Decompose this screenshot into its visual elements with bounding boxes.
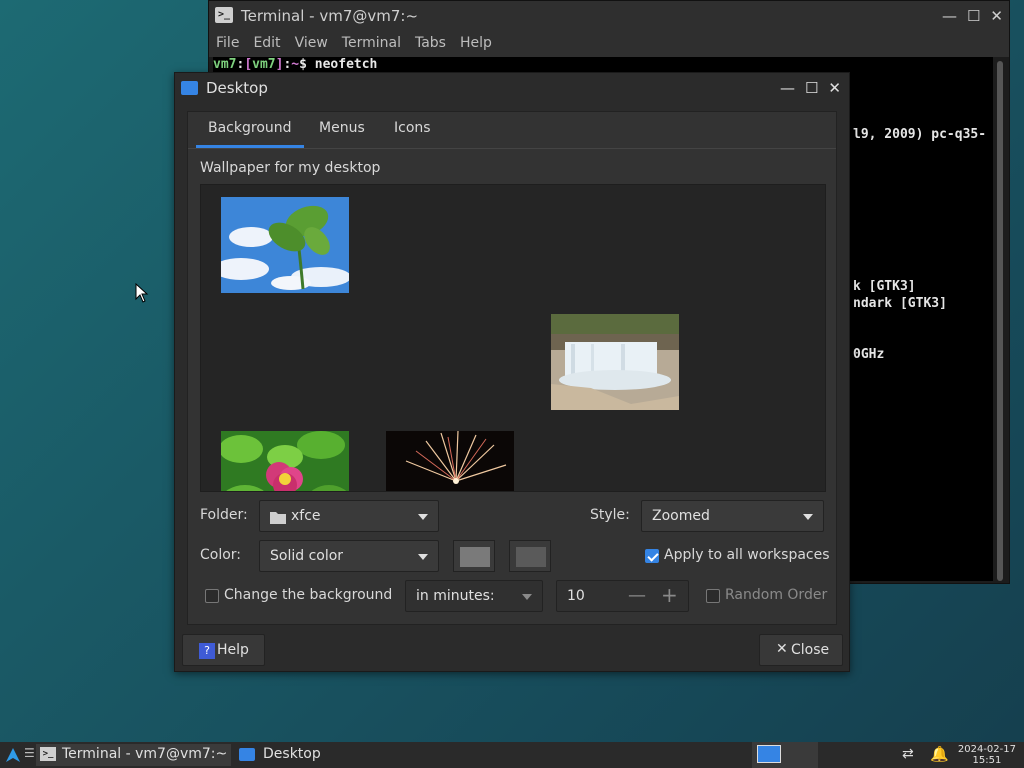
interval-spinner[interactable]: 10 — + [556, 580, 689, 612]
tab-menus[interactable]: Menus [319, 120, 365, 136]
terminal-output-line: k [GTK3] [853, 279, 916, 294]
terminal-icon: >_ [40, 747, 56, 761]
color-label: Color: [200, 547, 242, 563]
change-background-label: Change the background [224, 587, 393, 603]
menu-help[interactable]: Help [453, 33, 499, 57]
desktop-icon [239, 748, 255, 761]
mouse-cursor-icon [135, 283, 149, 303]
terminal-output-line: 0GHz [853, 347, 885, 362]
terminal-scrollbar[interactable] [997, 61, 1003, 581]
color-combo[interactable]: Solid color [259, 540, 439, 572]
chevron-down-icon [522, 594, 532, 600]
close-button[interactable]: ✕ [990, 7, 1003, 25]
clock[interactable]: 2024-02-17 15:51 [958, 744, 1016, 766]
workspace-1[interactable] [757, 745, 781, 763]
folder-icon [270, 512, 286, 524]
terminal-output-line: ndark [GTK3] [853, 296, 947, 311]
menu-file[interactable]: File [209, 33, 246, 57]
chevron-down-icon [418, 554, 428, 560]
chevron-down-icon [418, 514, 428, 520]
terminal-titlebar[interactable]: >_ Terminal - vm7@vm7:~ — ☐ ✕ [209, 1, 1009, 33]
random-order-checkbox[interactable] [706, 589, 720, 603]
shell-prompt: vm7:[vm7]:~$ neofetch [213, 57, 378, 72]
close-button[interactable]: ✕ [828, 79, 841, 97]
menu-edit[interactable]: Edit [246, 33, 287, 57]
color-swatch-2[interactable] [509, 540, 551, 572]
minimize-button[interactable]: — [942, 7, 957, 25]
tab-icons[interactable]: Icons [394, 120, 431, 136]
random-order-label: Random Order [725, 587, 828, 603]
wallpaper-thumb-fireworks[interactable] [386, 431, 514, 491]
wallpaper-thumb-clover[interactable] [221, 197, 349, 293]
close-icon: ✕ [776, 641, 788, 657]
terminal-icon: >_ [215, 7, 233, 23]
app-menu-icon[interactable] [5, 747, 21, 763]
tab-background[interactable]: Background [196, 120, 303, 148]
desktop-icon [181, 81, 198, 95]
interval-unit-combo[interactable]: in minutes: [405, 580, 543, 612]
chevron-down-icon [803, 514, 813, 520]
task-desktop[interactable]: Desktop [235, 744, 430, 766]
terminal-output-line: l9, 2009) pc-q35- [853, 127, 987, 142]
dialog-titlebar[interactable]: Desktop — ☐ ✕ [175, 73, 849, 103]
dialog-panel: Background Menus Icons Wallpaper for my … [187, 111, 837, 625]
change-background-checkbox[interactable] [205, 589, 219, 603]
color-swatch-1[interactable] [453, 540, 495, 572]
wallpaper-thumb-waterfall[interactable] [551, 314, 679, 410]
style-label: Style: [590, 507, 630, 523]
apply-all-checkbox[interactable] [645, 549, 659, 563]
help-icon: ? [199, 643, 215, 659]
tab-bar: Background Menus Icons [188, 112, 836, 149]
folder-label: Folder: [200, 507, 248, 523]
notification-bell-icon[interactable]: 🔔 [930, 745, 949, 763]
terminal-title: Terminal - vm7@vm7:~ [241, 7, 419, 25]
style-combo[interactable]: Zoomed [641, 500, 824, 532]
task-terminal[interactable]: >_ Terminal - vm7@vm7:~ [36, 744, 231, 766]
help-button[interactable]: ? Help [182, 634, 265, 666]
menu-view[interactable]: View [288, 33, 335, 57]
workspace-switcher[interactable] [752, 742, 818, 768]
dialog-title: Desktop [206, 79, 268, 97]
wallpaper-label: Wallpaper for my desktop [200, 160, 381, 176]
plus-icon[interactable]: + [661, 583, 678, 607]
folder-combo[interactable]: xfce [259, 500, 439, 532]
taskbar: ☰ >_ Terminal - vm7@vm7:~ Desktop ⇄ 🔔 20… [0, 742, 1024, 768]
menu-tabs[interactable]: Tabs [408, 33, 453, 57]
network-icon[interactable]: ⇄ [902, 746, 914, 762]
menu-terminal[interactable]: Terminal [335, 33, 408, 57]
minus-icon[interactable]: — [628, 585, 646, 606]
separator-icon: ☰ [24, 746, 35, 760]
wallpaper-thumb-flower[interactable] [221, 431, 349, 491]
maximize-button[interactable]: ☐ [805, 79, 818, 97]
close-dialog-button[interactable]: ✕ Close [759, 634, 843, 666]
terminal-menubar: File Edit View Terminal Tabs Help [209, 33, 1009, 57]
minimize-button[interactable]: — [780, 79, 795, 97]
wallpaper-grid[interactable] [200, 184, 826, 492]
maximize-button[interactable]: ☐ [967, 7, 980, 25]
apply-all-label: Apply to all workspaces [664, 547, 830, 563]
desktop-dialog[interactable]: Desktop — ☐ ✕ Background Menus Icons Wal… [174, 72, 850, 672]
